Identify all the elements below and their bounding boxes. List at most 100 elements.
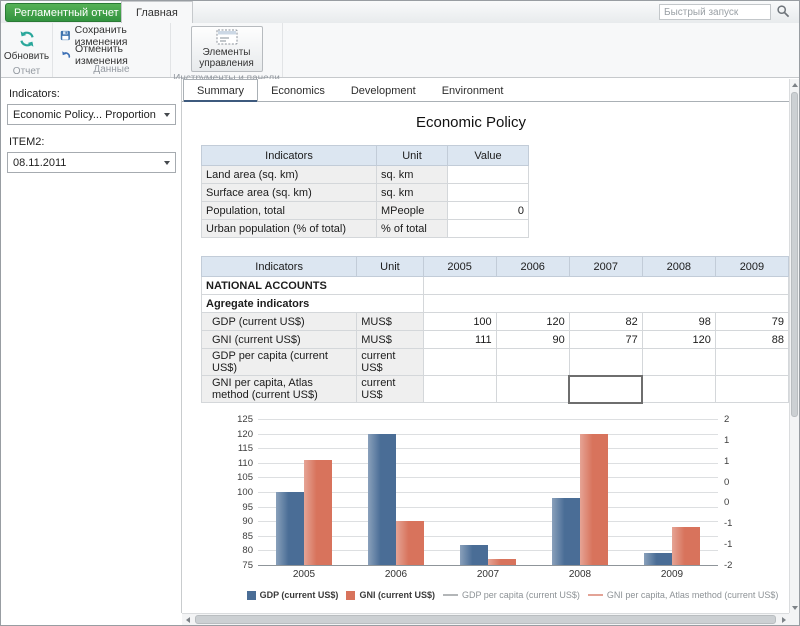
legend-line-swatch <box>588 594 603 596</box>
column-header: 2005 <box>423 257 496 277</box>
selected-cell[interactable] <box>569 376 642 403</box>
legend-item: GNI (current US$) <box>346 590 435 600</box>
legend-bar-swatch <box>346 591 355 600</box>
item2-dropdown[interactable]: 08.11.2011 <box>7 152 176 173</box>
value-cell[interactable]: 77 <box>569 331 642 349</box>
controls-label: Элементы управления <box>194 47 260 69</box>
vertical-scroll-thumb[interactable] <box>791 92 798 417</box>
ribbon-group-data: Сохранить изменения Отменить изменения Д… <box>53 23 171 77</box>
value-cell[interactable] <box>423 349 496 376</box>
section-label-cell: Agregate indicators <box>202 295 424 313</box>
chevron-down-icon <box>164 113 170 120</box>
chart-bar <box>644 553 672 565</box>
chart-bar <box>580 434 608 565</box>
x-tick-label: 2008 <box>534 566 626 580</box>
horizontal-scroll-thumb[interactable] <box>195 615 776 624</box>
column-header: Value <box>448 146 529 166</box>
undo-changes-button[interactable]: Отменить изменения <box>56 46 167 63</box>
indicators-label: Indicators: <box>9 88 176 100</box>
unit-cell: sq. km <box>377 184 448 202</box>
indicator-cell: GDP (current US$) <box>202 313 357 331</box>
scroll-up-button[interactable] <box>790 79 799 90</box>
value-cell[interactable]: 0 <box>448 202 529 220</box>
section-cell <box>423 295 788 313</box>
table-row: Urban population (% of total)% of total <box>202 220 529 238</box>
y-tick-label: -2 <box>724 560 732 571</box>
value-cell[interactable]: 90 <box>496 331 569 349</box>
indicator-cell: Population, total <box>202 202 377 220</box>
value-cell[interactable] <box>642 376 715 403</box>
section-row: Agregate indicators <box>202 295 789 313</box>
y-tick-label: 90 <box>242 516 253 527</box>
scroll-left-button[interactable] <box>182 614 193 625</box>
x-tick-label: 2007 <box>442 566 534 580</box>
y-tick-label: 1 <box>724 435 729 446</box>
column-header: 2008 <box>642 257 715 277</box>
scrollbar-corner <box>789 613 799 625</box>
item2-dropdown-button[interactable] <box>159 153 175 172</box>
table-row: GNI per capita, Atlas method (current US… <box>202 376 789 403</box>
value-cell[interactable] <box>448 220 529 238</box>
column-header: Unit <box>357 257 423 277</box>
value-cell[interactable] <box>715 349 788 376</box>
gridline <box>258 448 718 449</box>
table-row: GDP (current US$)MUS$100120829879 <box>202 313 789 331</box>
value-cell[interactable] <box>448 184 529 202</box>
x-tick-label: 2009 <box>626 566 718 580</box>
chart-bar <box>304 460 332 565</box>
value-cell[interactable]: 120 <box>642 331 715 349</box>
value-cell[interactable]: 100 <box>423 313 496 331</box>
value-cell[interactable] <box>496 349 569 376</box>
tab-summary[interactable]: Summary <box>183 79 258 102</box>
value-cell[interactable]: 82 <box>569 313 642 331</box>
ribbon-spacer <box>283 23 799 77</box>
value-cell[interactable]: 120 <box>496 313 569 331</box>
value-cell[interactable] <box>423 376 496 403</box>
value-cell[interactable] <box>448 166 529 184</box>
scroll-down-button[interactable] <box>790 602 799 613</box>
tab-environment[interactable]: Environment <box>429 81 517 101</box>
scroll-right-button[interactable] <box>778 614 789 625</box>
column-header: Indicators <box>202 146 377 166</box>
search-input[interactable] <box>660 5 770 19</box>
chart-plot <box>258 419 718 566</box>
tab-economics[interactable]: Economics <box>258 81 338 101</box>
value-cell[interactable] <box>496 376 569 403</box>
y-tick-label: 100 <box>237 487 253 498</box>
value-cell[interactable] <box>569 349 642 376</box>
section-cell <box>423 277 788 295</box>
controls-button[interactable]: Элементы управления <box>191 26 263 72</box>
legend-bar-swatch <box>247 591 256 600</box>
indicator-cell: GNI (current US$) <box>202 331 357 349</box>
value-cell[interactable]: 98 <box>642 313 715 331</box>
report-menu-button[interactable]: Регламентный отчет <box>5 3 140 22</box>
save-changes-button[interactable]: Сохранить изменения <box>56 27 167 44</box>
y-tick-label: 1 <box>724 456 729 467</box>
tab-development[interactable]: Development <box>338 81 429 101</box>
indicators-dropdown-button[interactable] <box>159 105 175 124</box>
report-title: Economic Policy <box>201 114 741 131</box>
column-header: Unit <box>377 146 448 166</box>
chart-bar <box>396 521 424 565</box>
column-header: 2009 <box>715 257 788 277</box>
ribbon-group-report: Обновить Отчет <box>1 23 53 77</box>
value-cell[interactable] <box>642 349 715 376</box>
search-icon[interactable] <box>776 4 791 19</box>
value-cell[interactable]: 111 <box>423 331 496 349</box>
indicator-cell: Urban population (% of total) <box>202 220 377 238</box>
value-cell[interactable]: 88 <box>715 331 788 349</box>
legend-item: GDP per capita (current US$) <box>443 590 580 600</box>
y-tick-label: 75 <box>242 560 253 571</box>
table-header-row: IndicatorsUnit20052006200720082009 <box>202 257 789 277</box>
indicators-dropdown[interactable]: Economic Policy... Proportion of s... (1 <box>7 104 176 125</box>
value-cell[interactable] <box>715 376 788 403</box>
ribbon-group-label-data: Данные <box>53 63 170 77</box>
chart-bar <box>460 545 488 565</box>
refresh-button[interactable]: Обновить <box>1 26 52 65</box>
value-cell[interactable]: 79 <box>715 313 788 331</box>
ribbon-tab-home[interactable]: Главная <box>121 1 193 24</box>
chart-bar <box>672 527 700 565</box>
legend-label: GDP per capita (current US$) <box>462 590 580 600</box>
column-header: 2007 <box>569 257 642 277</box>
vertical-scrollbar <box>789 79 799 613</box>
